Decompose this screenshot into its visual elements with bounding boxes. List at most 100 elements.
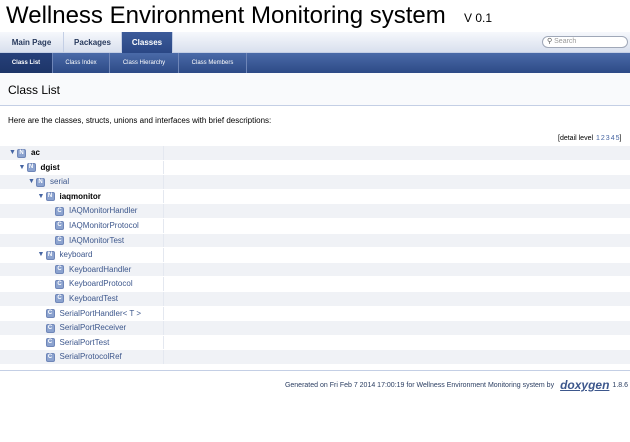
table-row: C SerialPortReceiver bbox=[0, 321, 630, 336]
tree-entry: C KeyboardHandler bbox=[55, 263, 131, 277]
description-column bbox=[163, 350, 164, 364]
tab-class-members[interactable]: Class Members bbox=[179, 53, 247, 73]
detail-level-label: [detail level bbox=[558, 135, 594, 142]
footer-text: Generated on Fri Feb 7 2014 17:00:19 for… bbox=[284, 381, 555, 389]
search-icon[interactable]: ⚲ bbox=[547, 37, 552, 47]
class-icon: C bbox=[45, 323, 55, 333]
description-column bbox=[163, 175, 164, 189]
tree-entry: ▼ Niaqmonitor bbox=[37, 190, 101, 204]
detail-level-4[interactable]: 4 bbox=[611, 135, 615, 142]
table-row: C IAQMonitorTest bbox=[0, 233, 630, 249]
tree-entry: C KeyboardProtocol bbox=[55, 277, 133, 291]
tree-entry: C SerialPortReceiver bbox=[45, 321, 127, 335]
description-column bbox=[163, 204, 164, 218]
class-link[interactable]: IAQMonitorHandler bbox=[69, 204, 137, 218]
tab-class-list[interactable]: Class List bbox=[0, 53, 53, 73]
expand-arrow-icon[interactable]: ▼ bbox=[18, 161, 27, 175]
class-link[interactable]: IAQMonitorProtocol bbox=[69, 219, 139, 233]
description-column bbox=[163, 248, 164, 262]
tree-entry: ▼ Nserial bbox=[27, 175, 69, 189]
expand-arrow-icon[interactable]: ▼ bbox=[37, 190, 46, 204]
class-list-table: ▼ Nac ▼ Ndgist ▼ Nserial ▼ Niaqmonitor C IAQMonit… bbox=[0, 146, 630, 365]
title-area: Wellness Environment Monitoring system V… bbox=[0, 0, 630, 32]
description-column bbox=[163, 233, 164, 248]
tree-entry: C IAQMonitorTest bbox=[55, 234, 124, 248]
tree-entry: ▼ Ndgist bbox=[18, 161, 60, 175]
table-row: ▼ Nac bbox=[0, 146, 630, 161]
class-link[interactable]: SerialPortTest bbox=[60, 336, 110, 350]
table-row: C SerialProtocolRef bbox=[0, 350, 630, 365]
description-column bbox=[163, 306, 164, 321]
detail-level-2[interactable]: 2 bbox=[601, 135, 605, 142]
intro-text: Here are the classes, structs, unions an… bbox=[8, 116, 272, 125]
search-input[interactable]: ⚲ Search bbox=[542, 36, 628, 48]
description-column bbox=[163, 277, 164, 291]
namespace-icon: N bbox=[36, 177, 45, 187]
tab-classes[interactable]: Classes bbox=[122, 32, 173, 53]
sub-tabs: Class List Class Index Class Hierarchy C… bbox=[0, 53, 630, 73]
class-icon: C bbox=[55, 279, 64, 289]
tab-class-index[interactable]: Class Index bbox=[53, 53, 110, 73]
tab-main-page[interactable]: Main Page bbox=[0, 32, 64, 53]
description-column bbox=[163, 262, 164, 277]
description-column bbox=[163, 160, 164, 175]
description-column bbox=[163, 218, 164, 233]
namespace-link[interactable]: dgist bbox=[41, 161, 60, 175]
namespace-icon: N bbox=[45, 250, 55, 260]
search-placeholder: Search bbox=[554, 38, 577, 45]
tree-entry: C KeyboardTest bbox=[55, 292, 118, 306]
tab-packages[interactable]: Packages bbox=[64, 32, 122, 53]
description-column bbox=[163, 189, 164, 204]
tree-entry: ▼ Nac bbox=[8, 146, 40, 160]
class-icon: C bbox=[55, 206, 64, 216]
class-link[interactable]: KeyboardHandler bbox=[69, 263, 131, 277]
class-icon: C bbox=[45, 309, 55, 319]
class-link[interactable]: SerialPortHandler< T > bbox=[60, 307, 142, 321]
project-name: Wellness Environment Monitoring system bbox=[6, 2, 446, 29]
class-link[interactable]: SerialProtocolRef bbox=[60, 350, 122, 364]
tab-class-hierarchy[interactable]: Class Hierarchy bbox=[110, 53, 179, 73]
class-link[interactable]: KeyboardTest bbox=[69, 292, 118, 306]
class-icon: C bbox=[55, 294, 64, 304]
class-link[interactable]: IAQMonitorTest bbox=[69, 234, 124, 248]
description-column bbox=[163, 335, 164, 350]
tree-entry: C IAQMonitorProtocol bbox=[55, 219, 139, 233]
main-tabs: Main Page Packages Classes ⚲ Search bbox=[0, 32, 630, 53]
namespace-link[interactable]: iaqmonitor bbox=[60, 190, 101, 204]
tree-entry: ▼ Nkeyboard bbox=[37, 248, 93, 262]
namespace-icon: N bbox=[45, 192, 55, 202]
expand-arrow-icon[interactable]: ▼ bbox=[27, 175, 36, 189]
table-row: C KeyboardProtocol bbox=[0, 277, 630, 292]
table-row: C SerialPortHandler< T > bbox=[0, 306, 630, 322]
table-row: ▼ Nserial bbox=[0, 175, 630, 190]
expand-arrow-icon[interactable]: ▼ bbox=[8, 146, 17, 160]
table-row: C IAQMonitorProtocol bbox=[0, 218, 630, 234]
doxygen-logo[interactable]: doxygen bbox=[560, 378, 609, 392]
table-row: C SerialPortTest bbox=[0, 335, 630, 351]
namespace-icon: N bbox=[26, 163, 36, 173]
class-link[interactable]: KeyboardProtocol bbox=[69, 277, 133, 291]
namespace-icon: N bbox=[17, 148, 26, 158]
table-row: ▼ Nkeyboard bbox=[0, 248, 630, 263]
class-icon: C bbox=[55, 221, 64, 231]
footer: Generated on Fri Feb 7 2014 17:00:19 for… bbox=[285, 378, 628, 392]
table-row: ▼ Ndgist bbox=[0, 160, 630, 176]
namespace-link[interactable]: ac bbox=[31, 146, 40, 160]
doxygen-version: 1.8.6 bbox=[612, 381, 628, 389]
detail-level-suffix: ] bbox=[619, 135, 622, 142]
expand-arrow-icon[interactable]: ▼ bbox=[37, 248, 46, 262]
description-column bbox=[163, 321, 164, 335]
class-icon: C bbox=[55, 265, 64, 275]
namespace-link[interactable]: serial bbox=[50, 175, 69, 189]
tree-entry: C SerialPortHandler< T > bbox=[45, 307, 142, 321]
detail-level-1[interactable]: 1 bbox=[596, 135, 600, 142]
page-title: Class List bbox=[8, 83, 61, 97]
class-icon: C bbox=[55, 236, 64, 246]
project-version: V 0.1 bbox=[464, 11, 493, 25]
tree-entry: C SerialProtocolRef bbox=[45, 350, 122, 364]
class-link[interactable]: SerialPortReceiver bbox=[60, 321, 127, 335]
namespace-link[interactable]: keyboard bbox=[60, 248, 93, 262]
detail-level-3[interactable]: 3 bbox=[606, 135, 610, 142]
table-row: C KeyboardHandler bbox=[0, 262, 630, 278]
page-header: Class List bbox=[0, 73, 630, 106]
